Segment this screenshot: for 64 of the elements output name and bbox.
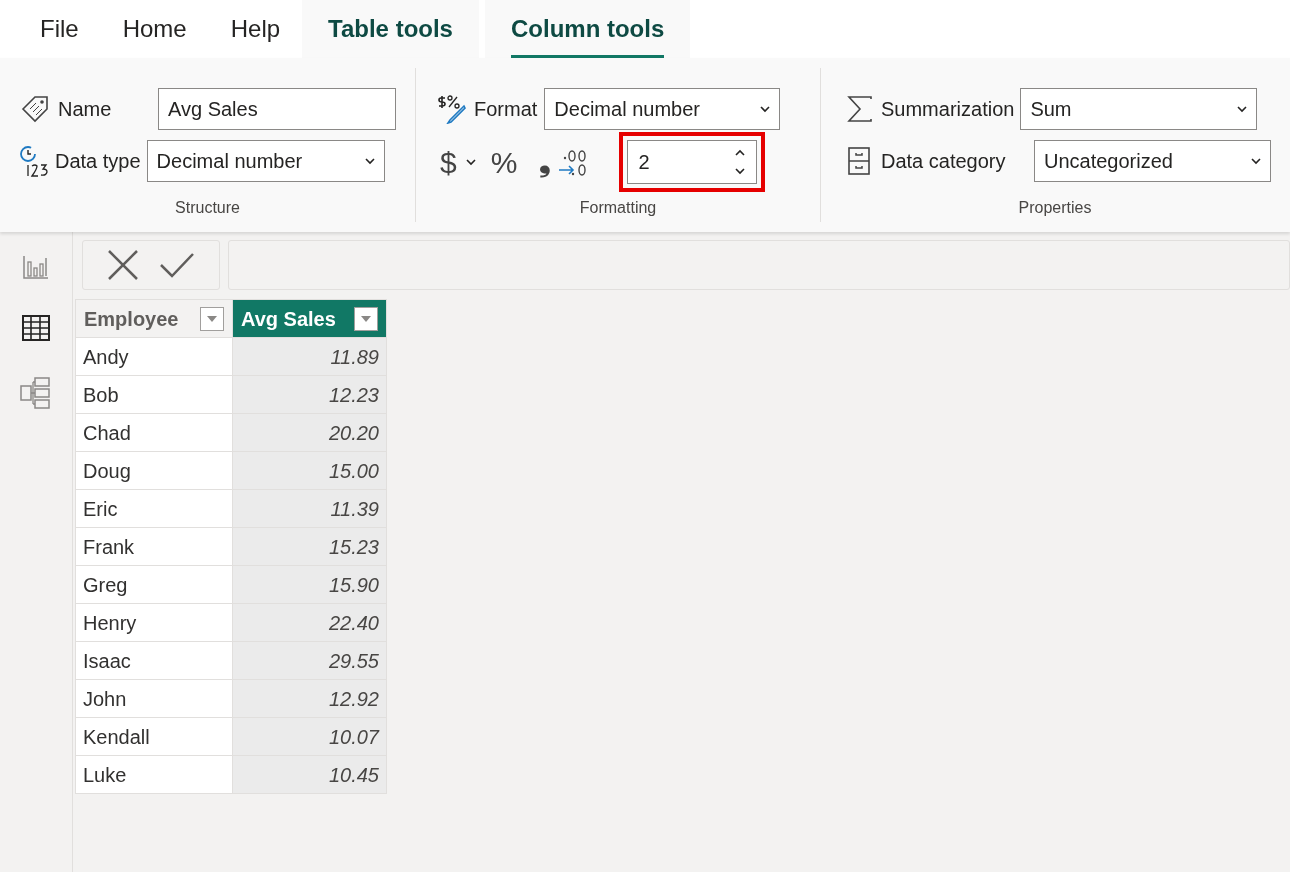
filter-dropdown-icon[interactable] (354, 306, 378, 331)
group-label: Structure (174, 198, 241, 218)
table-cell: Bob (75, 375, 233, 414)
chevron-down-icon (1236, 105, 1249, 113)
field-label: Name (58, 97, 113, 122)
chevron-down-icon (759, 105, 772, 113)
ribbon-tab[interactable]: Column tools (484, 0, 691, 58)
table-cell: 12.23 (232, 375, 387, 414)
group-label: Formatting (578, 198, 658, 218)
filter-dropdown-icon[interactable] (200, 306, 224, 331)
column-header[interactable]: Employee (75, 299, 233, 338)
table-icon[interactable] (21, 314, 51, 342)
field-label: Summarization (881, 97, 1015, 122)
ribbon-tab[interactable]: Home (100, 0, 209, 58)
percent-button[interactable]: % (490, 139, 518, 185)
table-cell: Isaac (75, 641, 233, 680)
table-cell: 10.07 (232, 717, 387, 756)
decimal-places-spinner[interactable]: 2 (627, 140, 758, 184)
table-cell: Henry (75, 603, 233, 642)
ribbon-tab[interactable]: File (18, 0, 101, 58)
table-cell: 11.39 (232, 489, 387, 528)
close-icon[interactable] (107, 249, 139, 281)
chevron-down-icon (1250, 157, 1262, 165)
table-cell: Frank (75, 527, 233, 566)
dropdown[interactable]: Decimal number (544, 88, 781, 130)
currency-button[interactable]: $ (440, 139, 477, 185)
checkmark-icon[interactable] (159, 251, 195, 279)
table-cell: Chad (75, 413, 233, 452)
table-cell: 15.90 (232, 565, 387, 604)
table-cell: 10.45 (232, 755, 387, 794)
table-cell: 11.89 (232, 337, 387, 376)
sigma-icon (847, 95, 873, 123)
table-cell: 12.92 (232, 679, 387, 718)
model-icon[interactable] (19, 376, 53, 410)
table-cell: Luke (75, 755, 233, 794)
table-cell: Greg (75, 565, 233, 604)
ribbon-tab[interactable]: Table tools (302, 0, 479, 58)
dropdown[interactable]: Uncategorized (1034, 140, 1271, 182)
table-cell: Andy (75, 337, 233, 376)
field-label: Format (474, 97, 538, 122)
table-cell: Doug (75, 451, 233, 490)
field-label: Data category (881, 149, 1007, 174)
data-type-icon (19, 145, 51, 177)
dropdown[interactable]: Sum (1020, 88, 1258, 130)
ribbon-tab[interactable]: Help (208, 0, 303, 58)
table-cell: 15.23 (232, 527, 387, 566)
comma-button[interactable]: ❟ (539, 147, 552, 177)
table-cell: 20.20 (232, 413, 387, 452)
table-cell: John (75, 679, 233, 718)
cabinet-icon (847, 146, 871, 176)
field-label: Data type (55, 149, 141, 174)
table-cell: 29.55 (232, 641, 387, 680)
group-label: Properties (1017, 198, 1093, 218)
table-cell: Kendall (75, 717, 233, 756)
table-cell: 15.00 (232, 451, 387, 490)
tag-icon (20, 95, 50, 123)
column-header[interactable]: Avg Sales (232, 299, 387, 338)
dropdown[interactable]: Decimal number (146, 140, 385, 182)
table-cell: 22.40 (232, 603, 387, 642)
format-icon (436, 94, 468, 124)
table-cell: Eric (75, 489, 233, 528)
name-field[interactable]: Avg Sales (158, 88, 396, 130)
chevron-down-icon (363, 157, 376, 165)
chevron-down-icon (464, 158, 477, 166)
